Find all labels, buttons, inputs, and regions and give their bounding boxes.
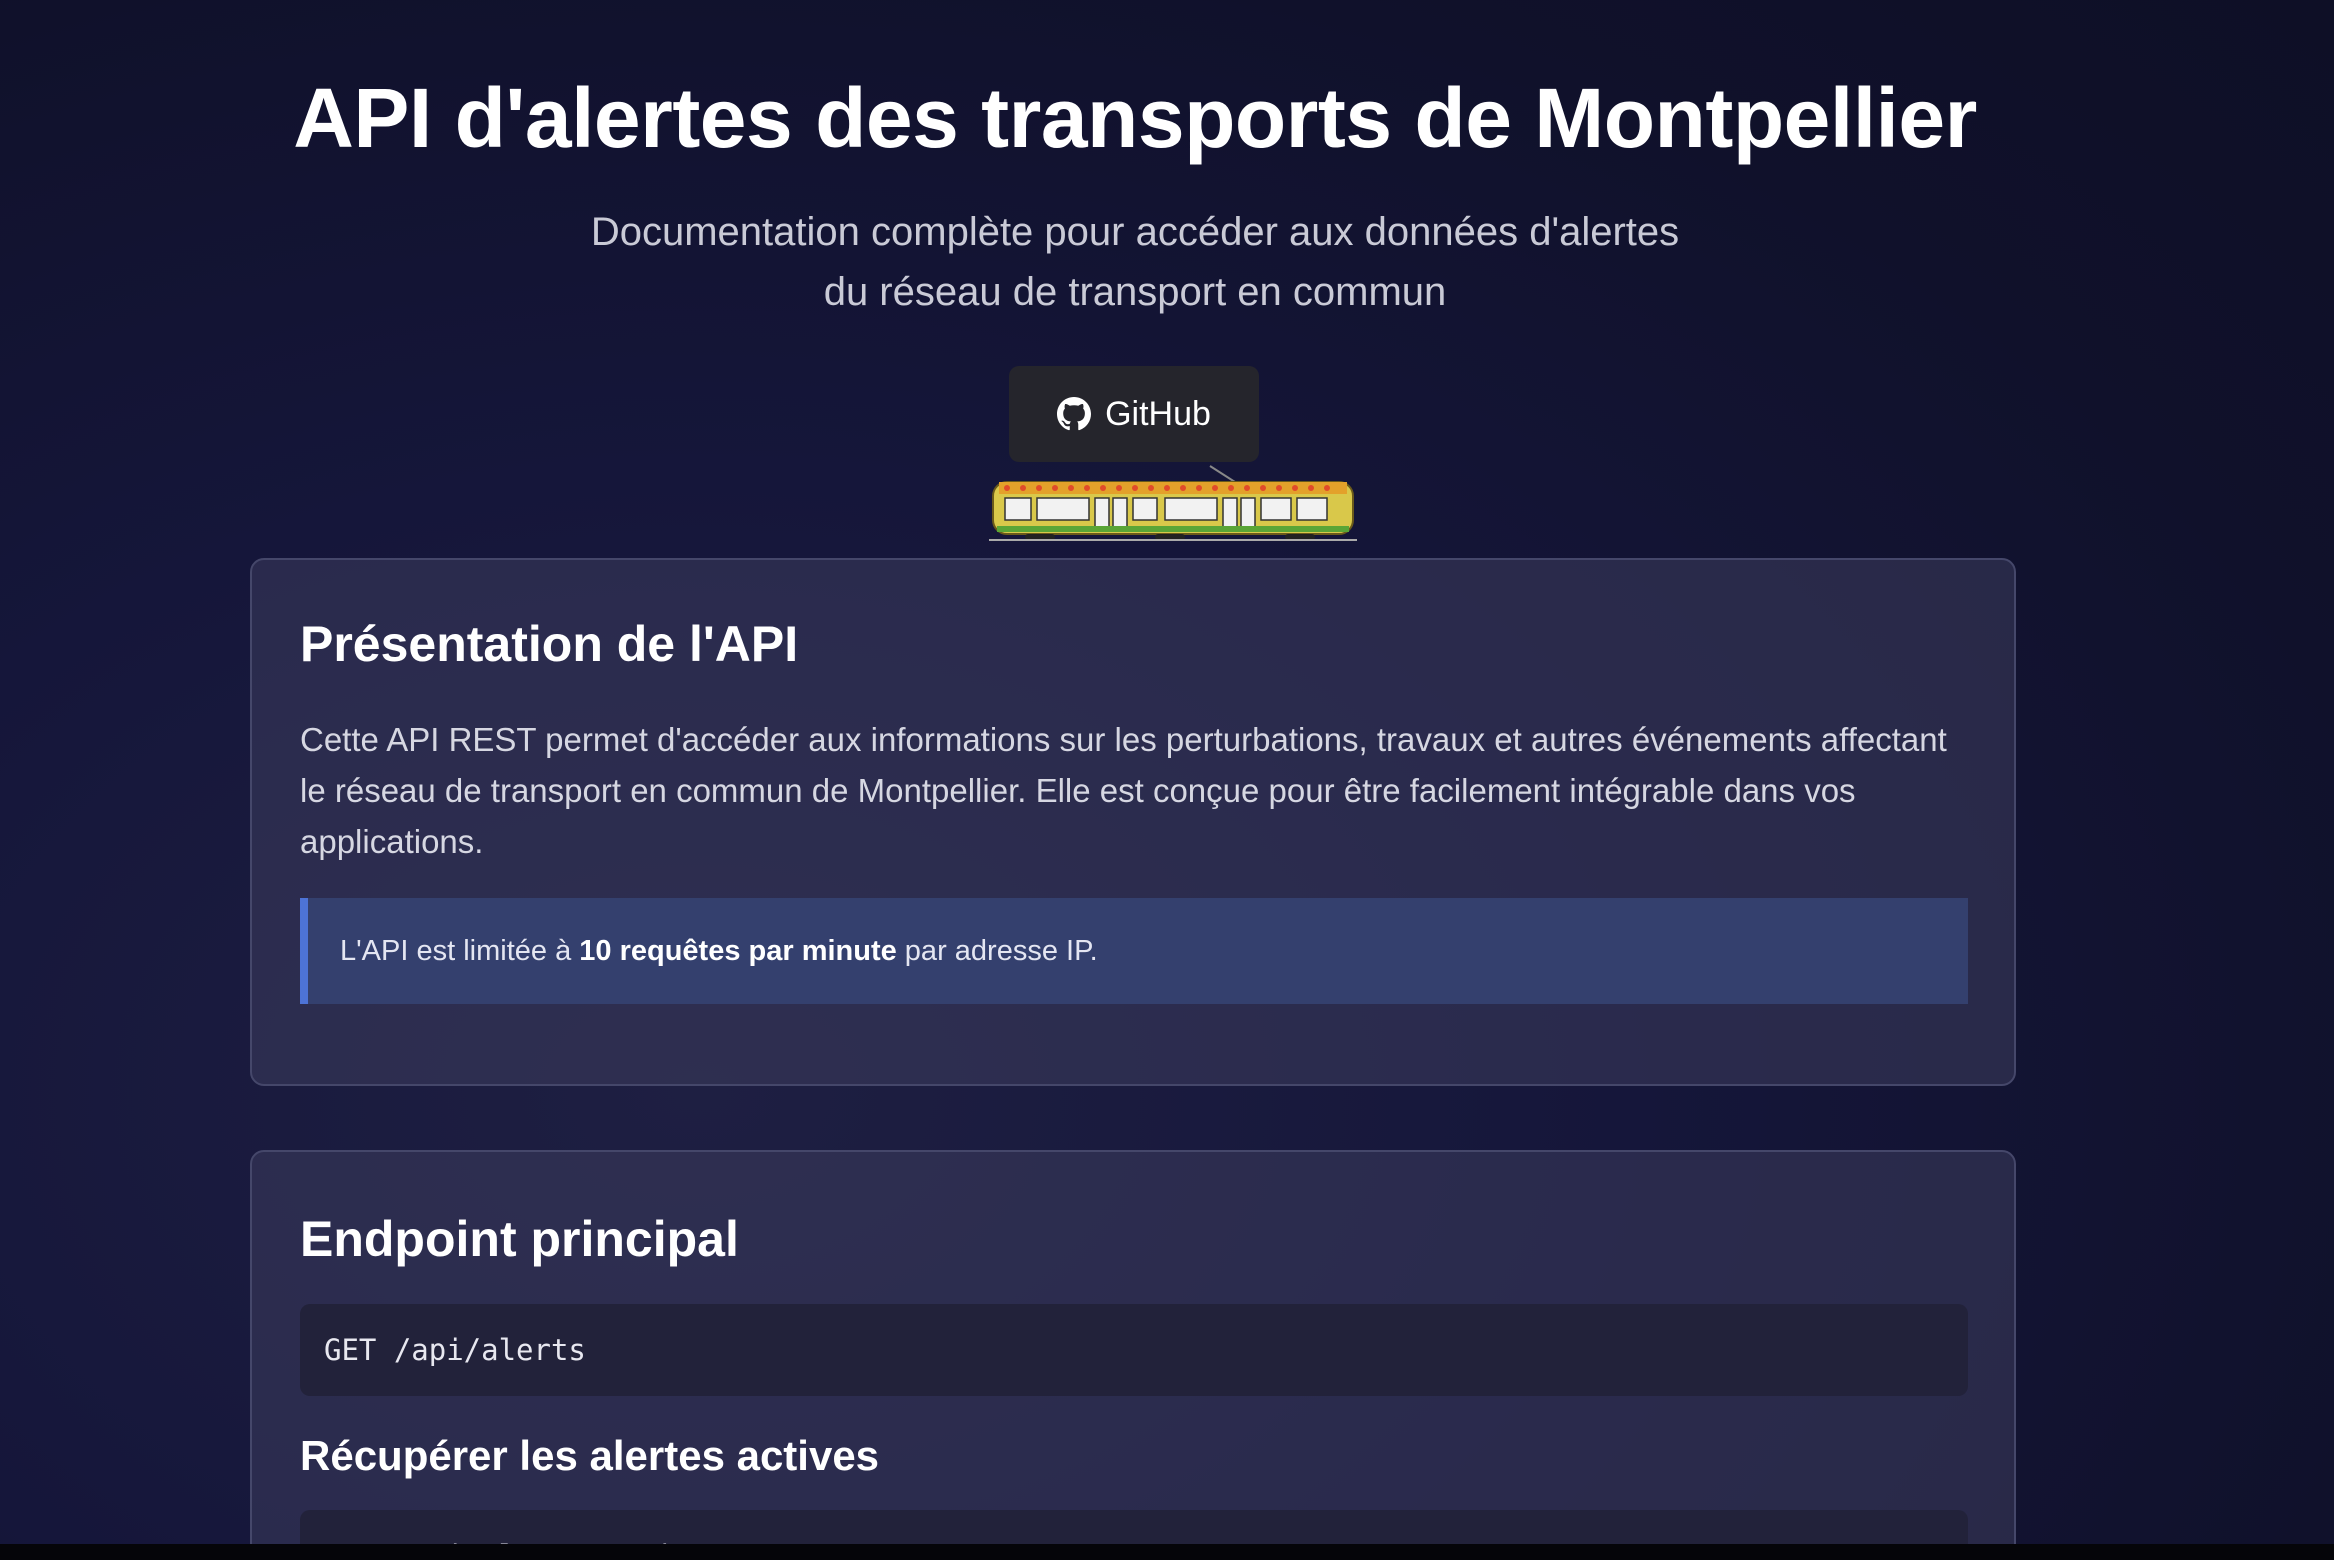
endpoint-heading: Endpoint principal: [300, 1211, 739, 1267]
rate-limit-value: 10 requêtes par minute: [579, 934, 897, 967]
rate-limit-note: L'API est limitée à 10 requêtes par minu…: [300, 898, 1968, 1004]
active-alerts-heading: Récupérer les alertes actives: [300, 1432, 880, 1479]
presentation-card: Présentation de l'API Cette API REST per…: [250, 558, 2016, 1086]
presentation-description: Cette API REST permet d'accéder aux info…: [300, 721, 1947, 860]
presentation-heading: Présentation de l'API: [300, 616, 799, 672]
tram-illustration: [985, 464, 1360, 548]
rate-limit-suffix: par adresse IP.: [896, 934, 1098, 967]
endpoint-code-block: GET /api/alerts: [300, 1304, 1968, 1396]
endpoint-card: Endpoint principal GET /api/alerts Récup…: [250, 1150, 2016, 1544]
subtitle-line-2: du réseau de transport en commun: [823, 270, 1447, 314]
github-button[interactable]: GitHub: [1009, 366, 1259, 462]
subtitle-line-1: Documentation complète pour accéder aux …: [590, 210, 1680, 254]
github-icon: [1057, 397, 1092, 431]
documentation-page: API d'alertes des transports de Montpell…: [0, 0, 2334, 1544]
window-bottom-edge: [0, 1544, 2334, 1560]
page-title: API d'alertes des transports de Montpell…: [293, 71, 1977, 165]
active-alerts-code-block: GET /api/alerts/active: [300, 1510, 1968, 1544]
page-subtitle: Documentation complète pour accéder aux …: [0, 202, 2270, 322]
github-button-label: GitHub: [1105, 394, 1211, 433]
rate-limit-prefix: L'API est limitée à: [340, 934, 580, 967]
